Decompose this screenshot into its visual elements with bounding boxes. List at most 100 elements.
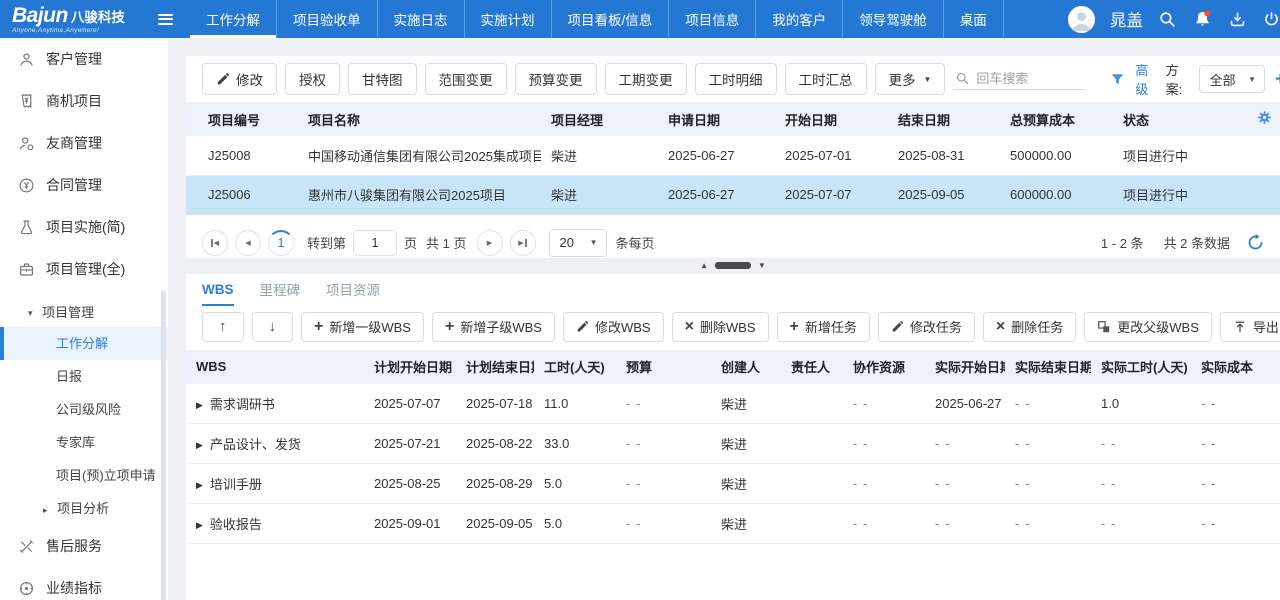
expand-arrow-icon[interactable]: ▶ — [196, 520, 203, 531]
page-input[interactable] — [353, 230, 397, 256]
sidebar-item-company-risk[interactable]: 公司级风险 — [0, 393, 168, 426]
delete-wbs-button[interactable]: ×删除WBS — [672, 312, 769, 342]
sidebar-group-project-mgmt[interactable]: ▾ 项目管理 — [0, 290, 168, 327]
authorize-button[interactable]: 授权 — [285, 63, 340, 95]
search-input[interactable] — [976, 71, 1084, 86]
sidebar-item-opportunity[interactable]: 商机项目 — [0, 80, 168, 122]
sidebar-scrollbar[interactable] — [161, 290, 166, 600]
column-header: 状态 — [1113, 102, 1280, 136]
column-header: 实际成本 — [1191, 350, 1280, 384]
scheme-select[interactable]: 全部 ▼ — [1199, 65, 1266, 93]
nav-tab-implementation-plan[interactable]: 实施计划 — [465, 0, 552, 38]
edit-task-button[interactable]: 修改任务 — [878, 312, 975, 342]
column-settings-gear-icon[interactable] — [1257, 110, 1272, 125]
gantt-button[interactable]: 甘特图 — [348, 63, 417, 95]
sidebar-item-project-analysis[interactable]: ▸ 项目分析 — [0, 492, 168, 525]
sidebar-item-expert-library[interactable]: 专家库 — [0, 426, 168, 459]
download-icon[interactable] — [1228, 10, 1247, 29]
budget-change-button[interactable]: 预算变更 — [515, 63, 597, 95]
avatar[interactable] — [1068, 6, 1095, 33]
last-page-button[interactable]: ▶ — [510, 230, 536, 256]
prev-page-button[interactable]: ◀ — [235, 230, 261, 256]
hours-summary-button[interactable]: 工时汇总 — [785, 63, 867, 95]
nav-tab-work-breakdown[interactable]: 工作分解 — [189, 0, 277, 38]
nav-tab-leader-cockpit[interactable]: 领导驾驶舱 — [843, 0, 944, 38]
sidebar-item-after-sales[interactable]: 售后服务 — [0, 525, 168, 567]
table-row[interactable]: ▶需求调研书2025-07-072025-07-1811.0- -柴进- -20… — [186, 384, 1280, 424]
export-button[interactable]: 导出 — [1220, 312, 1280, 342]
expand-arrow-icon[interactable]: ▶ — [196, 400, 203, 411]
sidebar-item-customer-mgmt[interactable]: 客户管理 — [0, 38, 168, 80]
table-cell: - - — [1091, 424, 1191, 464]
column-header: 预算 — [616, 350, 711, 384]
add-child-wbs-button[interactable]: +新增子级WBS — [432, 312, 555, 342]
table-cell: - - — [925, 424, 1005, 464]
table-cell: 项目进行中 — [1113, 175, 1280, 214]
power-icon[interactable] — [1262, 10, 1280, 29]
sidebar-item-work-breakdown[interactable]: 工作分解 — [0, 327, 168, 360]
table-row[interactable]: ▶培训手册2025-08-252025-08-295.0- -柴进- -- --… — [186, 464, 1280, 504]
x-icon: × — [996, 319, 1005, 335]
table-cell: 2025-08-31 — [888, 136, 1000, 175]
add-task-button[interactable]: +新增任务 — [777, 312, 870, 342]
sidebar-item-daily-report[interactable]: 日报 — [0, 360, 168, 393]
move-up-button[interactable]: ↑ — [202, 312, 244, 342]
sidebar-item-performance[interactable]: 业绩指标 — [0, 567, 168, 600]
scope-change-button[interactable]: 范围变更 — [425, 63, 507, 95]
nav-tab-my-customers[interactable]: 我的客户 — [756, 0, 843, 38]
button-label: 新增任务 — [805, 317, 857, 336]
table-row[interactable]: J25008中国移动通信集团有限公司2025集成项目柴进2025-06-2720… — [186, 136, 1280, 175]
search-icon[interactable] — [1158, 10, 1177, 29]
button-label: 更多 — [889, 69, 916, 89]
next-page-button[interactable]: ▶ — [477, 230, 503, 256]
nav-tab-project-info[interactable]: 项目信息 — [669, 0, 756, 38]
expand-arrow-icon[interactable]: ▶ — [196, 480, 203, 491]
add-level1-wbs-button[interactable]: +新增一级WBS — [301, 312, 424, 342]
table-row[interactable]: ▶验收报告2025-09-012025-09-055.0- -柴进- -- --… — [186, 504, 1280, 544]
advanced-link[interactable]: 高级 — [1135, 60, 1155, 98]
arrow-up-icon: ↑ — [219, 319, 227, 334]
sidebar-item-project-approval[interactable]: 项目(预)立项申请 — [0, 459, 168, 492]
schedule-change-button[interactable]: 工期变更 — [605, 63, 687, 95]
notifications-bell-icon[interactable] — [1192, 9, 1213, 29]
collapse-down-icon[interactable]: ▼ — [758, 262, 766, 270]
menu-toggle-icon[interactable] — [158, 11, 173, 27]
table-cell: 5.0 — [534, 464, 616, 504]
edit-button[interactable]: 修改 — [202, 63, 277, 95]
first-page-button[interactable]: ◀ — [202, 230, 228, 256]
refresh-icon[interactable] — [1247, 234, 1264, 251]
chevron-down-icon: ▼ — [590, 238, 598, 247]
expand-arrow-icon[interactable]: ▶ — [196, 440, 203, 451]
splitter-drag-handle[interactable] — [715, 262, 751, 269]
nav-tab-project-board[interactable]: 项目看板/信息 — [552, 0, 670, 38]
change-parent-wbs-button[interactable]: 更改父级WBS — [1084, 312, 1212, 342]
tab-wbs[interactable]: WBS — [202, 282, 234, 306]
collapse-up-icon[interactable]: ▲ — [700, 262, 708, 270]
search-box — [953, 68, 1086, 90]
hours-detail-button[interactable]: 工时明细 — [695, 63, 777, 95]
sidebar-item-contract-mgmt[interactable]: 合同管理 — [0, 164, 168, 206]
move-down-button[interactable]: ↓ — [252, 312, 294, 342]
sidebar-item-project-mgmt-full[interactable]: 项目管理(全) — [0, 248, 168, 290]
wbs-panel: WBS 里程碑 项目资源 ↑ ↓ +新增一级WBS +新增子级WBS 修改WBS… — [186, 274, 1280, 600]
delete-task-button[interactable]: ×删除任务 — [983, 312, 1076, 342]
current-page-indicator[interactable]: 1 — [268, 230, 294, 256]
nav-tab-implementation-log[interactable]: 实施日志 — [378, 0, 465, 38]
tab-milestone[interactable]: 里程碑 — [260, 279, 301, 306]
sidebar-item-project-impl-simple[interactable]: 项目实施(简) — [0, 206, 168, 248]
add-scheme-icon[interactable]: + — [1275, 70, 1280, 89]
export-icon — [1233, 320, 1247, 334]
more-button[interactable]: 更多▼ — [875, 63, 946, 95]
nav-tab-desktop[interactable]: 桌面 — [944, 0, 1004, 38]
edit-wbs-button[interactable]: 修改WBS — [563, 312, 664, 342]
tab-project-resource[interactable]: 项目资源 — [326, 279, 380, 306]
filter-icon[interactable] — [1110, 72, 1125, 86]
page-size-select[interactable]: 20 ▼ — [549, 229, 607, 257]
username[interactable]: 晁盖 — [1110, 7, 1143, 31]
table-cell: - - — [1091, 464, 1191, 504]
nav-tab-acceptance-form[interactable]: 项目验收单 — [277, 0, 378, 38]
table-row[interactable]: ▶产品设计、发货2025-07-212025-08-2233.0- -柴进- -… — [186, 424, 1280, 464]
table-row[interactable]: J25006惠州市八骏集团有限公司2025项目柴进2025-06-272025-… — [186, 175, 1280, 214]
sidebar-item-partner-mgmt[interactable]: 友商管理 — [0, 122, 168, 164]
sidebar-item-label: 项目(预)立项申请 — [56, 468, 156, 483]
